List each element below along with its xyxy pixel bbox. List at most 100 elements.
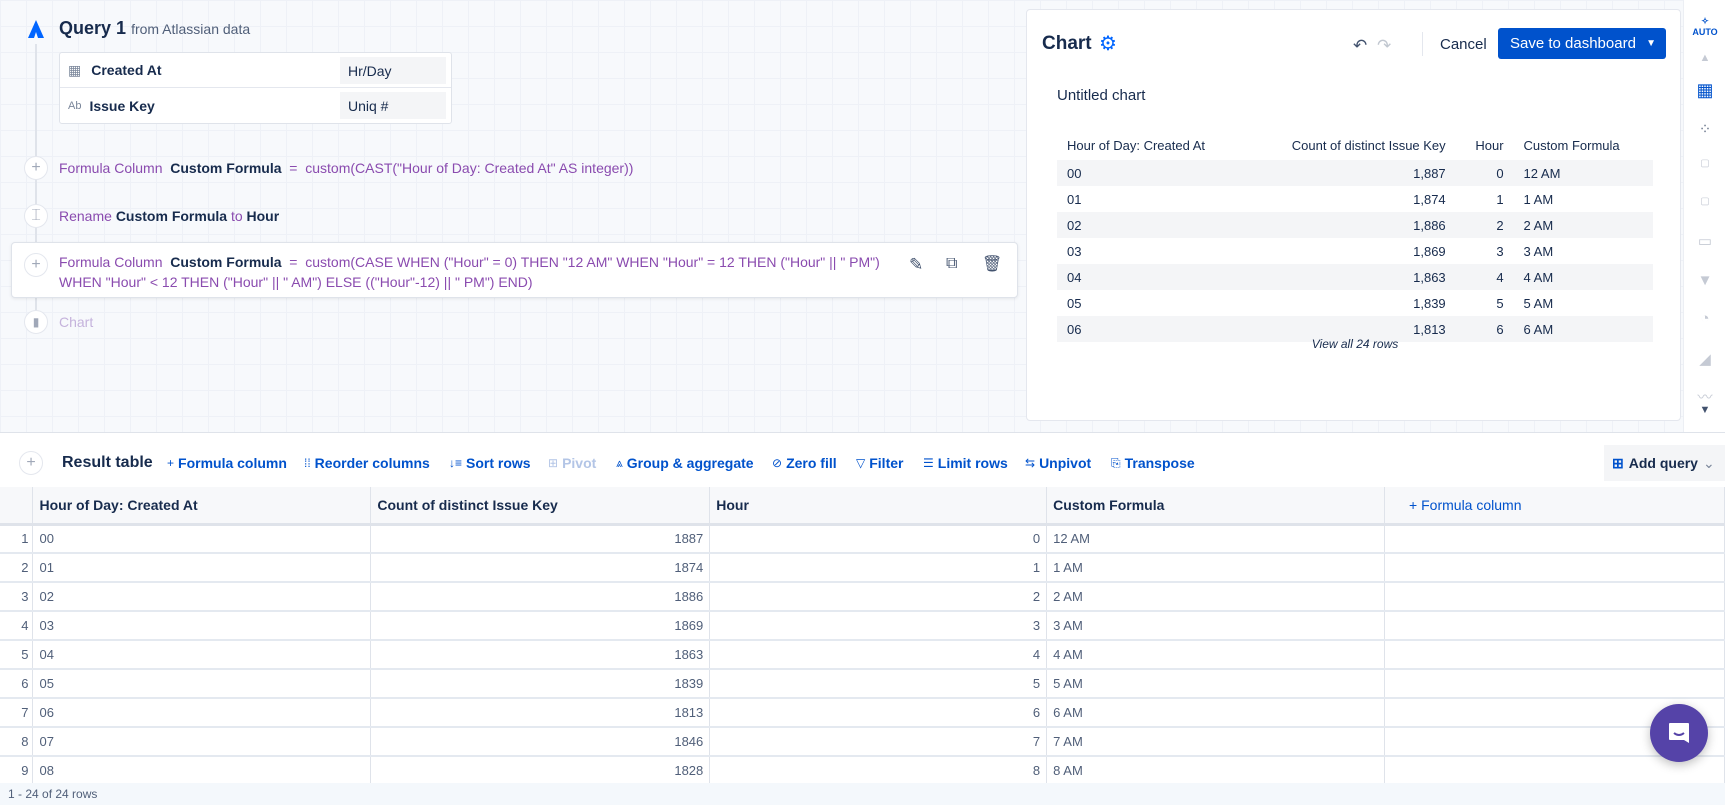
cell[interactable]: 1886 xyxy=(370,582,711,612)
cell: 5 xyxy=(1496,295,1504,311)
field-row[interactable]: Ab Issue Key Uniq # xyxy=(60,88,451,123)
table-row[interactable]: 4 03 1869 3 3 AM xyxy=(0,611,1725,641)
add-formula-column-button[interactable]: + Formula column xyxy=(1384,487,1725,526)
save-to-dashboard-button[interactable]: Save to dashboard ▼ xyxy=(1498,28,1666,59)
toolbar-label: Unpivot xyxy=(1039,455,1092,471)
chevron-down-icon[interactable]: ▼ xyxy=(1646,38,1656,49)
formula-step[interactable]: Formula Column Custom Formula = custom(C… xyxy=(59,160,633,176)
delete-icon[interactable]: 🗑 xyxy=(982,254,1002,274)
cell[interactable]: 08 xyxy=(32,756,372,786)
reorder-columns-button[interactable]: ⁞⁞ Reorder columns xyxy=(304,455,430,471)
cell[interactable]: 04 xyxy=(32,640,372,670)
cell[interactable]: 1846 xyxy=(370,727,711,757)
cell[interactable]: 05 xyxy=(32,669,372,699)
cell[interactable]: 1887 xyxy=(370,524,711,554)
aggregation-select[interactable]: Uniq # xyxy=(340,92,446,119)
bar-gauge-icon[interactable]: ▭ xyxy=(1684,232,1725,250)
cell[interactable]: 3 xyxy=(709,611,1048,641)
filter-button[interactable]: ▽ Filter xyxy=(856,455,903,471)
cell[interactable]: 00 xyxy=(32,524,372,554)
cell[interactable]: 1874 xyxy=(370,553,711,583)
rename-step[interactable]: Rename Custom Formula to Hour xyxy=(59,208,279,224)
cell[interactable]: 1 xyxy=(709,553,1048,583)
calendar-icon: ▦ xyxy=(68,61,82,78)
cancel-button[interactable]: Cancel xyxy=(1440,36,1487,53)
unpivot-button[interactable]: ⇆ Unpivot xyxy=(1025,455,1091,471)
cell[interactable]: 1 AM xyxy=(1046,553,1386,583)
pie-chart-icon[interactable]: ◔ xyxy=(1684,310,1725,327)
scatter-chart-icon[interactable]: ⁘ xyxy=(1684,120,1725,138)
limit-rows-button[interactable]: ☰ Limit rows xyxy=(923,455,1008,471)
cell[interactable]: 7 AM xyxy=(1046,727,1386,757)
chart-subtitle[interactable]: Untitled chart xyxy=(1057,87,1145,104)
cell[interactable]: 2 xyxy=(709,582,1048,612)
cell[interactable]: 3 AM xyxy=(1046,611,1386,641)
cell[interactable]: 8 AM xyxy=(1046,756,1386,786)
edit-icon[interactable]: ✎ xyxy=(909,255,923,275)
toolbar-label: Pivot xyxy=(562,455,597,471)
scroll-up-icon[interactable]: ▲ xyxy=(1684,52,1725,64)
cell: 04 xyxy=(1057,264,1247,290)
cell[interactable]: 6 xyxy=(709,698,1048,728)
column-header[interactable]: Hour xyxy=(709,487,1048,526)
table-row[interactable]: 3 02 1886 2 2 AM xyxy=(0,582,1725,612)
table-row[interactable]: 6 05 1839 5 5 AM xyxy=(0,669,1725,699)
formula-column-button[interactable]: + Formula column xyxy=(167,455,287,471)
view-all-rows-link[interactable]: View all 24 rows xyxy=(1057,337,1653,351)
table-row[interactable]: 1 00 1887 0 12 AM xyxy=(0,524,1725,554)
sort-rows-button[interactable]: ↓≡ Sort rows xyxy=(449,455,531,471)
scroll-down-icon[interactable]: ▼ xyxy=(1684,404,1725,416)
cell[interactable]: 5 AM xyxy=(1046,669,1386,699)
number-trend-icon[interactable]: ▢ xyxy=(1684,196,1725,207)
cell[interactable]: 1839 xyxy=(370,669,711,699)
field-row[interactable]: ▦ Created At Hr/Day xyxy=(60,53,451,88)
add-query-button[interactable]: ⊞ Add query ⌄ xyxy=(1604,445,1725,481)
cell[interactable]: 02 xyxy=(32,582,372,612)
table-row[interactable]: 2 01 1874 1 1 AM xyxy=(0,553,1725,583)
cell[interactable]: 1828 xyxy=(370,756,711,786)
chart-step[interactable]: Chart xyxy=(59,314,93,330)
table-row[interactable]: 7 06 1813 6 6 AM xyxy=(0,698,1725,728)
table-chart-icon[interactable]: ▦ xyxy=(1684,80,1725,101)
cell[interactable]: 1869 xyxy=(370,611,711,641)
table-row[interactable]: 5 04 1863 4 4 AM xyxy=(0,640,1725,670)
cell[interactable]: 0 xyxy=(709,524,1048,554)
cell[interactable]: 1813 xyxy=(370,698,711,728)
add-step-icon[interactable]: + xyxy=(24,156,48,180)
cell[interactable]: 4 AM xyxy=(1046,640,1386,670)
funnel-chart-icon[interactable]: ▼ xyxy=(1684,272,1725,289)
zero-fill-button[interactable]: ⊘ Zero fill xyxy=(772,455,837,471)
auto-chart-button[interactable]: ✧ AUTO xyxy=(1684,16,1725,37)
settings-gear-icon[interactable]: ⚙ xyxy=(1099,31,1117,56)
add-step-icon[interactable]: + xyxy=(24,253,48,277)
column-header[interactable]: Count of distinct Issue Key xyxy=(370,487,711,526)
cell[interactable]: 5 xyxy=(709,669,1048,699)
cell[interactable]: 7 xyxy=(709,727,1048,757)
query-title[interactable]: Query 1 from Atlassian data xyxy=(59,18,250,39)
cell[interactable]: 03 xyxy=(32,611,372,641)
toolbar-label: Sort rows xyxy=(466,455,531,471)
chat-support-button[interactable] xyxy=(1650,704,1708,762)
cell[interactable]: 2 AM xyxy=(1046,582,1386,612)
formula-step-card[interactable]: + Formula Column Custom Formula = custom… xyxy=(11,242,1018,298)
cell[interactable]: 07 xyxy=(32,727,372,757)
cell[interactable]: 6 AM xyxy=(1046,698,1386,728)
cell[interactable]: 06 xyxy=(32,698,372,728)
area-chart-icon[interactable]: ◢ xyxy=(1684,350,1725,368)
undo-icon[interactable]: ↶ xyxy=(1353,36,1367,56)
cell[interactable]: 8 xyxy=(709,756,1048,786)
cell[interactable]: 4 xyxy=(709,640,1048,670)
column-header[interactable]: Hour of Day: Created At xyxy=(32,487,372,526)
table-row[interactable]: 8 07 1846 7 7 AM xyxy=(0,727,1725,757)
cell[interactable]: 01 xyxy=(32,553,372,583)
group-aggregate-button[interactable]: ⩓ Group & aggregate xyxy=(616,455,754,471)
table-row[interactable]: 9 08 1828 8 8 AM xyxy=(0,756,1725,786)
copy-icon[interactable]: ⧉ xyxy=(946,255,957,273)
cell[interactable]: 12 AM xyxy=(1046,524,1386,554)
add-step-icon[interactable]: + xyxy=(19,451,43,475)
number-chart-icon[interactable]: ▢ xyxy=(1684,158,1725,169)
aggregation-select[interactable]: Hr/Day xyxy=(340,57,446,84)
column-header[interactable]: Custom Formula xyxy=(1046,487,1386,526)
transpose-button[interactable]: ⎘ Transpose xyxy=(1111,455,1195,471)
cell[interactable]: 1863 xyxy=(370,640,711,670)
